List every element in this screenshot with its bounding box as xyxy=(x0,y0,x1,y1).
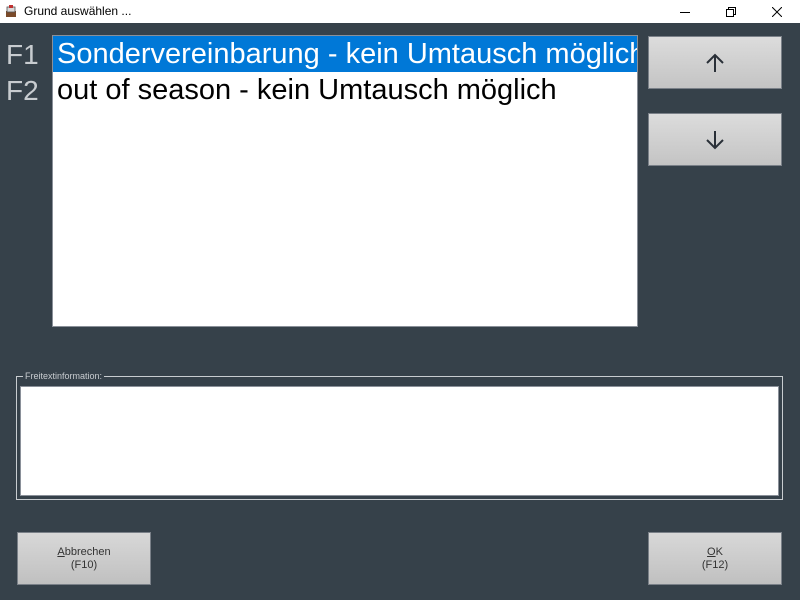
title-bar: Grund auswählen ... xyxy=(0,0,800,23)
reason-list[interactable]: Sondervereinbarung - kein Umtausch mögli… xyxy=(52,35,638,327)
arrow-up-icon xyxy=(706,53,724,72)
cancel-button-label: Abbrechen xyxy=(57,546,110,559)
freetext-input[interactable] xyxy=(20,386,779,496)
restore-icon xyxy=(726,6,736,17)
fkey-label-f1: F1 xyxy=(6,39,39,70)
reason-dialog: Grund auswählen ... F1 F2 Sondervereinba… xyxy=(0,0,800,600)
ok-shortcut: (F12) xyxy=(701,558,729,571)
minimize-button[interactable] xyxy=(662,0,708,23)
cancel-shortcut: (F10) xyxy=(70,558,98,571)
cancel-accelerator: A xyxy=(57,545,65,558)
ok-button[interactable]: OK (F12) xyxy=(648,532,782,585)
ok-label-rest: K xyxy=(715,545,723,558)
app-icon xyxy=(6,5,16,17)
maximize-button[interactable] xyxy=(708,0,754,23)
cancel-label-rest: bbrechen xyxy=(64,545,111,558)
arrow-down-icon xyxy=(706,130,724,149)
scroll-down-button[interactable] xyxy=(648,113,782,166)
close-button[interactable] xyxy=(754,0,800,23)
close-icon xyxy=(772,6,782,17)
window-title: Grund auswählen ... xyxy=(24,4,132,18)
freetext-group: Freitextinformation: xyxy=(16,371,783,500)
cancel-button[interactable]: Abbrechen (F10) xyxy=(17,532,151,585)
fkey-label-f2: F2 xyxy=(6,75,39,106)
ok-button-label: OK xyxy=(707,546,723,559)
scroll-up-button[interactable] xyxy=(648,36,782,89)
reason-item[interactable]: out of season - kein Umtausch möglich xyxy=(53,72,637,108)
reason-item-selected[interactable]: Sondervereinbarung - kein Umtausch mögli… xyxy=(53,36,637,72)
freetext-legend: Freitextinformation: xyxy=(23,371,105,382)
ok-accelerator: O xyxy=(707,545,716,558)
minimize-icon xyxy=(680,11,690,13)
